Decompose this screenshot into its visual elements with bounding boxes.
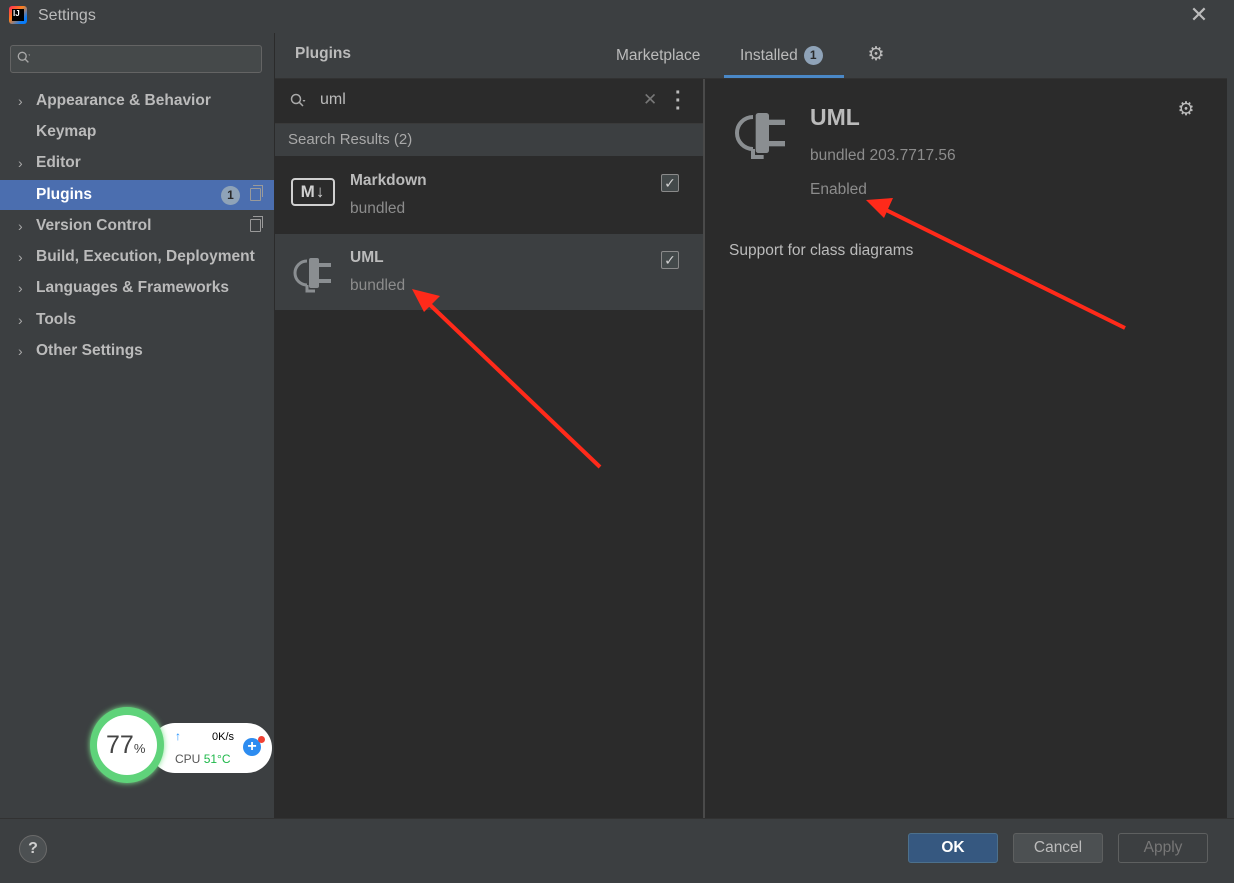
sidebar-item-tools[interactable]: › Tools (0, 305, 274, 335)
system-monitor-widget[interactable]: 77% ↑ 0K/s CPU 51°C + (90, 705, 272, 787)
gear-icon[interactable]: ⚙ (867, 45, 885, 64)
network-speed: 0K/s (212, 731, 235, 743)
tab-marketplace[interactable]: Marketplace (616, 33, 700, 78)
project-level-icon (250, 185, 263, 201)
plugin-version: bundled (350, 277, 406, 294)
sidebar-item-other-settings[interactable]: › Other Settings (0, 336, 274, 366)
installed-count-badge: 1 (803, 46, 823, 65)
sidebar-item-label: Other Settings (36, 342, 143, 359)
chevron-right-icon: › (18, 93, 23, 109)
sidebar-item-build-execution-deployment[interactable]: › Build, Execution, Deployment (0, 242, 274, 272)
cancel-button[interactable]: Cancel (1013, 833, 1103, 863)
sidebar-item-label: Appearance & Behavior (36, 92, 211, 109)
settings-search-input[interactable] (10, 45, 262, 73)
percent-sign: % (133, 741, 146, 756)
scroll-edge (1227, 33, 1234, 818)
clear-search-icon[interactable]: ✕ (643, 90, 657, 110)
chevron-right-icon: › (18, 280, 23, 296)
sidebar-item-editor[interactable]: › Editor (0, 148, 274, 178)
sidebar-item-keymap[interactable]: Keymap (0, 117, 274, 147)
search-icon (290, 93, 306, 107)
plugin-row-markdown[interactable]: M↓ Markdown bundled ✓ (275, 157, 703, 233)
search-results-header: Search Results (2) (275, 124, 703, 156)
sidebar-item-label: Build, Execution, Deployment (36, 248, 255, 265)
updates-count-badge: 1 (221, 186, 240, 205)
plugin-row-uml[interactable]: UML bundled ✓ (275, 234, 703, 310)
memory-percent-value: 77 (106, 731, 134, 759)
apply-button[interactable]: Apply (1118, 833, 1208, 863)
plugin-name: Markdown (350, 172, 427, 189)
search-icon (17, 51, 31, 63)
sidebar-item-version-control[interactable]: › Version Control (0, 211, 274, 241)
gear-icon[interactable]: ⚙ (1177, 100, 1195, 119)
chevron-right-icon: › (18, 155, 23, 171)
markdown-icon: M↓ (291, 178, 335, 206)
plugin-detail-name: UML (810, 104, 860, 130)
plugins-header: Plugins Marketplace Installed 1 ⚙ (275, 33, 1227, 79)
tab-installed[interactable]: Installed 1 (724, 33, 844, 78)
plugin-status: Enabled (810, 181, 867, 198)
dialog-footer: ? OK Cancel Apply (0, 818, 1234, 883)
cpu-label: CPU (175, 752, 201, 766)
cpu-temp-value: 51°C (203, 752, 231, 766)
sidebar-item-label: Languages & Frameworks (36, 279, 229, 296)
tab-label: Installed (740, 47, 798, 64)
sidebar-item-label: Plugins (36, 186, 92, 203)
title-bar: Settings ✕ (0, 0, 1234, 33)
chevron-right-icon: › (18, 249, 23, 265)
notification-dot (258, 736, 265, 743)
page-title: Plugins (295, 45, 351, 62)
close-icon[interactable]: ✕ (1187, 4, 1211, 28)
cpu-temperature: CPU 51°C (175, 752, 231, 766)
plugin-version: bundled (350, 200, 406, 217)
sidebar-item-label: Version Control (36, 217, 152, 234)
window-title: Settings (38, 7, 96, 24)
sidebar-item-label: Keymap (36, 123, 97, 140)
chevron-right-icon: › (18, 312, 23, 328)
plugin-detail-panel: UML bundled 203.7717.56 Enabled ⚙ Suppor… (705, 79, 1227, 818)
sidebar-item-appearance-behavior[interactable]: › Appearance & Behavior (0, 86, 274, 116)
sidebar-item-label: Tools (36, 311, 77, 328)
plugin-search-bar: uml ✕ · · · (275, 79, 703, 124)
memory-percent: 77% (106, 731, 145, 760)
chevron-right-icon: › (18, 218, 23, 234)
plugin-plug-icon (735, 113, 785, 159)
plugin-detail-version: bundled 203.7717.56 (810, 147, 956, 164)
intellij-logo-icon (9, 6, 27, 24)
plugin-name: UML (350, 249, 384, 266)
ok-button[interactable]: OK (908, 833, 998, 863)
sidebar-item-plugins[interactable]: Plugins 1 (0, 180, 274, 210)
help-button[interactable]: ? (19, 835, 47, 863)
more-options-icon[interactable]: · · · (675, 83, 682, 119)
enable-checkbox[interactable]: ✓ (661, 251, 679, 269)
sidebar-item-label: Editor (36, 154, 81, 171)
search-results-label: Search Results (2) (288, 131, 413, 148)
plugin-search-input[interactable]: uml (320, 91, 346, 109)
settings-sidebar: › Appearance & Behavior Keymap › Editor … (0, 33, 274, 818)
plugin-plug-icon (293, 258, 331, 293)
plugin-list-panel: uml ✕ · · · Search Results (2) M↓ Markdown… (275, 79, 705, 818)
upload-arrow-icon: ↑ (175, 729, 181, 743)
plugin-description: Support for class diagrams (729, 242, 914, 259)
sidebar-item-languages-frameworks[interactable]: › Languages & Frameworks (0, 273, 274, 303)
enable-checkbox[interactable]: ✓ (661, 174, 679, 192)
project-level-icon (250, 216, 263, 232)
chevron-right-icon: › (18, 343, 23, 359)
